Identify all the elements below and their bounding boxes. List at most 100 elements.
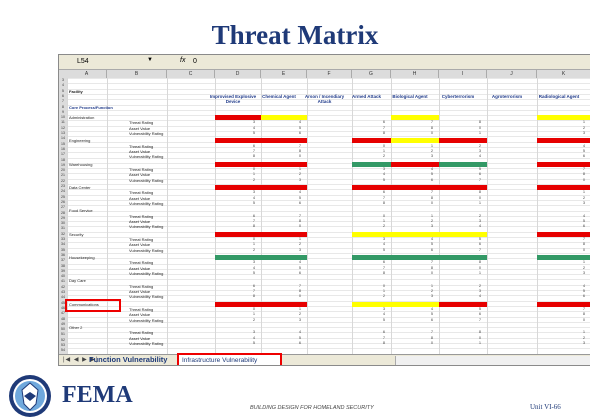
cell-value[interactable]: 0 — [431, 131, 433, 136]
cell-value[interactable]: 3 — [431, 224, 433, 229]
risk-cell[interactable] — [439, 161, 487, 167]
cell-value[interactable]: 7 — [479, 318, 481, 323]
row-number[interactable]: 14 — [59, 136, 67, 141]
cell-value[interactable]: 6 — [479, 312, 481, 317]
cell-value[interactable]: 1 — [583, 330, 585, 335]
risk-cell[interactable] — [261, 301, 307, 307]
cell-value[interactable]: 6 — [383, 120, 385, 125]
cell-value[interactable]: 7 — [583, 307, 585, 312]
cell-value[interactable]: 0 — [479, 196, 481, 201]
cell-value[interactable]: 6 — [479, 242, 481, 247]
cell-value[interactable]: 8 — [479, 190, 481, 195]
cell-value[interactable]: 5 — [479, 237, 481, 242]
cell-value[interactable]: 4 — [431, 307, 433, 312]
cell-value[interactable]: 6 — [431, 178, 433, 183]
cell-value[interactable]: 1 — [299, 167, 301, 172]
cell-reference[interactable]: L54 — [77, 58, 89, 65]
risk-cell[interactable] — [391, 301, 439, 307]
risk-cell[interactable] — [391, 185, 439, 191]
cell-value[interactable]: 8 — [253, 294, 255, 299]
cell-value[interactable]: 5 — [431, 172, 433, 177]
cell-value[interactable]: 7 — [253, 219, 255, 224]
row-number[interactable]: 5 — [59, 89, 67, 94]
cell-value[interactable]: 5 — [253, 341, 255, 346]
row-number[interactable]: 11 — [59, 120, 67, 125]
row-number[interactable]: 17 — [59, 152, 67, 157]
row-number[interactable]: 28 — [59, 211, 67, 216]
cell-value[interactable]: 2 — [253, 248, 255, 253]
risk-cell[interactable] — [261, 161, 307, 167]
row-number[interactable]: 13 — [59, 131, 67, 136]
cell-value[interactable]: 5 — [253, 271, 255, 276]
row-number[interactable]: 10 — [59, 115, 67, 120]
cell-value[interactable]: 3 — [383, 237, 385, 242]
cell-value[interactable]: 0 — [253, 167, 255, 172]
cell-value[interactable]: 2 — [253, 318, 255, 323]
cell-value[interactable]: 2 — [479, 144, 481, 149]
cell-value[interactable]: 6 — [383, 330, 385, 335]
cell-value[interactable]: 3 — [479, 219, 481, 224]
cell-value[interactable]: 0 — [583, 318, 585, 323]
cell-value[interactable]: 8 — [431, 266, 433, 271]
risk-cell[interactable] — [215, 138, 261, 144]
row-number[interactable]: 3 — [59, 78, 67, 83]
row-number[interactable]: 9 — [59, 110, 67, 115]
column-header-d[interactable]: D — [215, 70, 261, 78]
cell-value[interactable]: 5 — [253, 131, 255, 136]
tab-infrastructure-vulnerability[interactable]: Infrastructure Vulnerability — [177, 353, 282, 365]
cell-value[interactable]: 4 — [431, 237, 433, 242]
cell-value[interactable]: 0 — [431, 201, 433, 206]
cell-value[interactable]: 7 — [479, 178, 481, 183]
cell-value[interactable]: 5 — [431, 312, 433, 317]
cell-value[interactable]: 6 — [299, 341, 301, 346]
cell-value[interactable]: 7 — [383, 126, 385, 131]
cell-value[interactable]: 8 — [583, 172, 585, 177]
risk-cell[interactable] — [391, 138, 439, 144]
row-number[interactable]: 24 — [59, 189, 67, 194]
function-icon[interactable]: fx — [180, 57, 185, 64]
cell-value[interactable]: 6 — [253, 214, 255, 219]
row-number[interactable]: 32 — [59, 232, 67, 237]
cell-value[interactable]: 1 — [253, 242, 255, 247]
row-number[interactable]: 47 — [59, 311, 67, 316]
cell-value[interactable]: 4 — [299, 190, 301, 195]
row-number[interactable]: 12 — [59, 126, 67, 131]
cell-value[interactable]: 4 — [583, 144, 585, 149]
cell-value[interactable]: 7 — [431, 190, 433, 195]
risk-cell[interactable] — [215, 115, 261, 121]
cell-value[interactable]: 3 — [479, 149, 481, 154]
risk-cell[interactable] — [439, 185, 487, 191]
horizontal-scrollbar[interactable] — [395, 356, 590, 365]
row-number[interactable]: 36 — [59, 253, 67, 258]
cell-value[interactable]: 3 — [431, 294, 433, 299]
cell-value[interactable]: 3 — [383, 307, 385, 312]
cell-value[interactable]: 4 — [383, 172, 385, 177]
cell-value[interactable]: 2 — [583, 266, 585, 271]
cell-value[interactable]: 5 — [431, 242, 433, 247]
cell-value[interactable]: 6 — [299, 131, 301, 136]
row-number[interactable]: 19 — [59, 163, 67, 168]
cell-value[interactable]: 2 — [431, 149, 433, 154]
cell-value[interactable]: 3 — [383, 167, 385, 172]
cell-value[interactable]: 5 — [383, 248, 385, 253]
row-number[interactable]: 35 — [59, 248, 67, 253]
cell-value[interactable]: 7 — [253, 289, 255, 294]
risk-cell[interactable] — [352, 161, 391, 167]
cell-value[interactable]: 4 — [253, 196, 255, 201]
cell-value[interactable]: 6 — [431, 318, 433, 323]
cell-value[interactable]: 3 — [253, 260, 255, 265]
cell-value[interactable]: 2 — [299, 242, 301, 247]
cell-value[interactable]: 8 — [431, 336, 433, 341]
row-number[interactable]: 40 — [59, 274, 67, 279]
cell-value[interactable]: 1 — [583, 190, 585, 195]
risk-cell[interactable] — [215, 185, 261, 191]
cell-value[interactable]: 1 — [479, 341, 481, 346]
cell-value[interactable]: 6 — [383, 260, 385, 265]
risk-cell[interactable] — [261, 231, 307, 237]
cell-value[interactable]: 3 — [253, 120, 255, 125]
cell-value[interactable]: 6 — [299, 271, 301, 276]
column-header-i[interactable]: I — [439, 70, 487, 78]
row-number[interactable]: 42 — [59, 285, 67, 290]
cell-value[interactable]: 1 — [583, 260, 585, 265]
cell-value[interactable]: 5 — [299, 336, 301, 341]
